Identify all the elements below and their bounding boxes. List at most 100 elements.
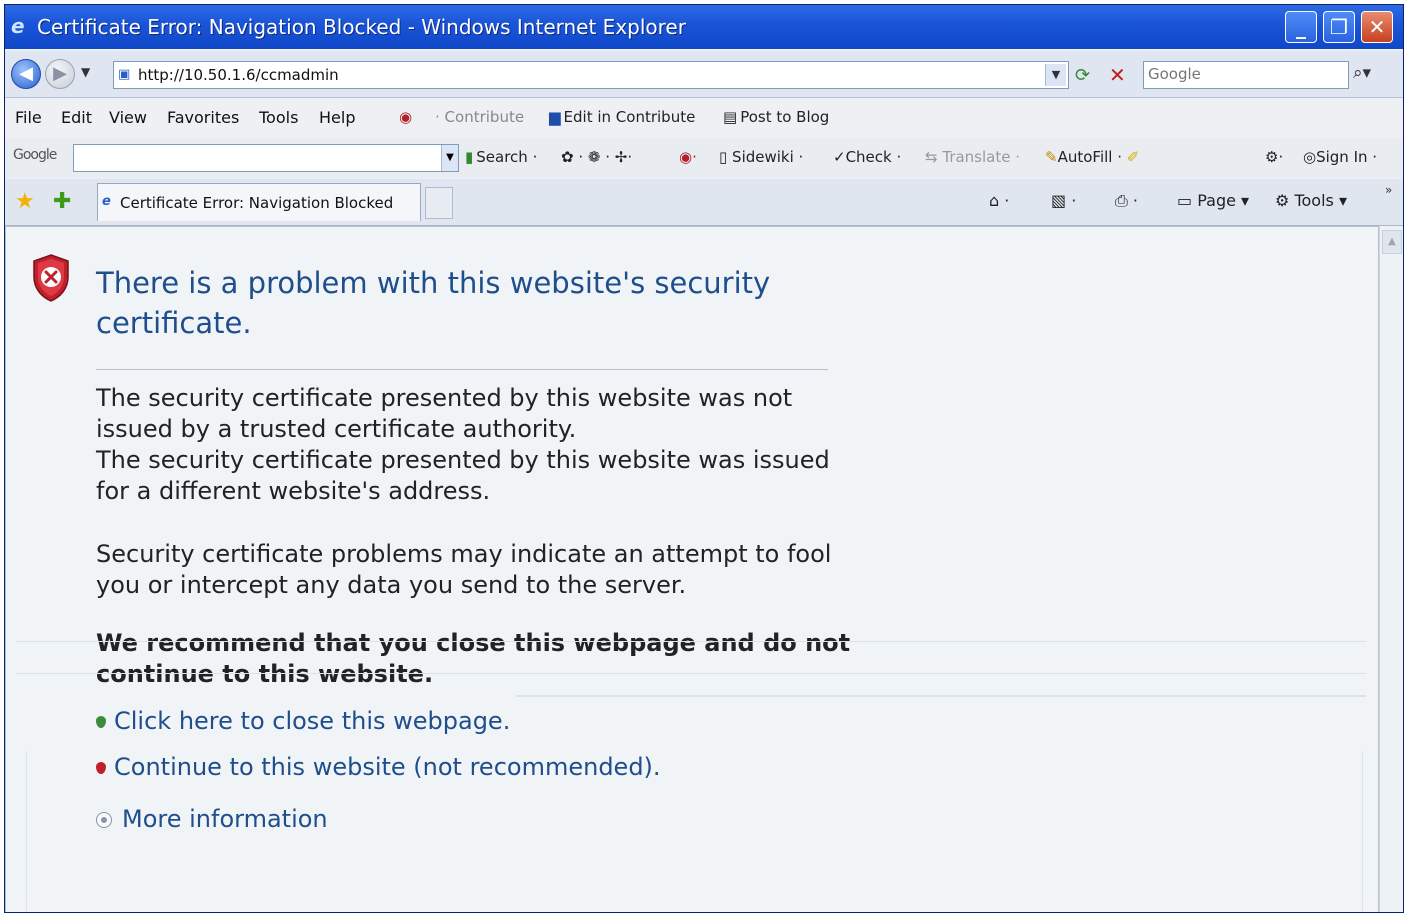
artifact-line — [516, 695, 1366, 697]
search-go-icon[interactable]: ⌕▾ — [1353, 63, 1371, 83]
translate-icon: ⇆ — [925, 148, 938, 166]
highlight-icon: ✐ — [1126, 148, 1140, 166]
edit-in-contribute-button[interactable]: ▆ Edit in Contribute — [549, 108, 695, 126]
page-icon-cmd: ▭ — [1177, 191, 1193, 210]
google-logo: Google — [13, 147, 57, 163]
forward-button[interactable]: ▶ — [45, 59, 75, 89]
history-dropdown-icon[interactable]: ▼ — [81, 65, 90, 79]
vertical-scrollbar[interactable]: ▲ — [1379, 226, 1403, 912]
menu-favorites[interactable]: Favorites — [167, 108, 239, 127]
page-menu-button[interactable]: ▭ Page ▾ — [1177, 191, 1249, 210]
spellcheck-icon: ✓ — [833, 148, 846, 166]
back-arrow-icon: ◀ — [19, 63, 33, 84]
print-icon: ⎙ — [1115, 191, 1128, 210]
more-information-toggle[interactable]: More information — [96, 805, 328, 833]
favorites-star-icon[interactable]: ★ — [15, 189, 35, 214]
close-webpage-link[interactable]: Click here to close this webpage. — [96, 707, 510, 735]
artifact-line — [16, 673, 1366, 674]
edit-in-contribute-label: Edit in Contribute — [563, 108, 696, 126]
security-warning-text: Security certificate problems may indica… — [96, 540, 832, 599]
contribute-label: Contribute — [444, 108, 525, 126]
error-detail-mismatch: The security certificate presented by th… — [96, 446, 830, 505]
google-search-button[interactable]: ▮ Search · — [465, 148, 537, 166]
check-button[interactable]: ✓Check · — [833, 148, 901, 166]
address-bar[interactable]: ▣ http://10.50.1.6/ccmadmin ▼ — [113, 61, 1069, 89]
share-icon: ✿ — [561, 148, 574, 166]
menu-help[interactable]: Help — [319, 108, 355, 127]
wrench-icon[interactable]: ⚙· — [1265, 148, 1283, 166]
sidewiki-label: Sidewiki — [732, 148, 794, 166]
shield-error-icon — [33, 254, 69, 302]
red-shield-icon — [96, 762, 106, 774]
contribute-button[interactable]: · Contribute — [435, 108, 524, 126]
add-favorites-icon[interactable]: ✚ — [53, 189, 71, 214]
more-information-label: More information — [122, 805, 328, 833]
maximize-icon: ❐ — [1330, 15, 1348, 39]
close-icon: ✕ — [1368, 15, 1386, 39]
print-button[interactable]: ⎙ · — [1115, 191, 1138, 211]
back-button[interactable]: ◀ — [11, 59, 41, 89]
expand-icon — [96, 812, 112, 828]
sign-in-button[interactable]: ◎Sign In · — [1303, 148, 1377, 166]
address-url[interactable]: http://10.50.1.6/ccmadmin — [138, 66, 339, 84]
menu-view[interactable]: View — [109, 108, 147, 127]
sign-in-icon: ◎ — [1303, 148, 1317, 166]
error-detail-untrusted: The security certificate presented by th… — [96, 384, 793, 443]
recommendation-text: We recommend that you close this webpage… — [96, 629, 851, 688]
menu-file[interactable]: File — [15, 108, 42, 127]
search-input[interactable] — [1144, 62, 1348, 86]
close-webpage-label: Click here to close this webpage. — [114, 707, 511, 735]
stop-icon[interactable]: ✕ — [1109, 63, 1126, 87]
new-tab-button[interactable] — [425, 187, 453, 219]
tools-gear-icon: ⚙ — [1275, 191, 1290, 210]
google-dropdown-icon[interactable]: ▼ — [441, 145, 458, 171]
autofill-icon: ✎ — [1045, 148, 1058, 166]
tab-certificate-error[interactable]: e Certificate Error: Navigation Blocked — [97, 183, 421, 221]
menu-tools[interactable]: Tools — [259, 108, 298, 127]
divider — [96, 369, 828, 370]
translate-button[interactable]: ⇆ Translate · — [925, 148, 1020, 166]
post-to-blog-button[interactable]: ▤ Post to Blog — [723, 108, 829, 126]
contribute-logo-icon[interactable]: ◉ — [399, 108, 412, 126]
maximize-button[interactable]: ❐ — [1323, 11, 1355, 43]
error-headline: There is a problem with this website's s… — [96, 266, 771, 340]
pagerank-icon: ✢ — [614, 148, 628, 166]
popup-blocker-icon[interactable]: ◉· — [679, 148, 697, 166]
autofill-label: AutoFill — [1057, 148, 1113, 166]
tab-row: ★ ✚ e Certificate Error: Navigation Bloc… — [5, 179, 1403, 226]
artifact-line — [1362, 751, 1363, 911]
refresh-icon[interactable]: ⟳ — [1075, 65, 1090, 86]
scroll-up-icon[interactable]: ▲ — [1382, 230, 1402, 254]
translate-label: Translate — [942, 148, 1011, 166]
more-commands-icon[interactable]: » — [1385, 183, 1392, 197]
close-button[interactable]: ✕ — [1361, 11, 1393, 43]
green-shield-icon — [96, 716, 106, 728]
artifact-line — [16, 641, 1366, 642]
google-search-label: Search — [476, 148, 528, 166]
continue-website-link[interactable]: Continue to this website (not recommende… — [96, 753, 661, 781]
check-label: Check — [845, 148, 892, 166]
feeds-button[interactable]: ▧ · — [1051, 191, 1076, 210]
tools-menu-button[interactable]: ⚙ Tools ▾ — [1275, 191, 1347, 210]
minimize-button[interactable]: _ — [1285, 11, 1317, 43]
tab-title: Certificate Error: Navigation Blocked — [120, 194, 394, 212]
sidewiki-button[interactable]: ▯ Sidewiki · — [719, 148, 803, 166]
title-bar: e Certificate Error: Navigation Blocked … — [5, 5, 1403, 49]
tab-ie-icon: e — [102, 194, 111, 209]
search-box[interactable] — [1143, 61, 1349, 89]
google-search-box[interactable]: ▼ — [73, 144, 459, 172]
home-button[interactable]: ⌂ · — [989, 191, 1009, 210]
artifact-line — [26, 751, 27, 911]
error-details: The security certificate presented by th… — [96, 383, 856, 507]
post-to-blog-label: Post to Blog — [740, 108, 830, 126]
menu-edit[interactable]: Edit — [61, 108, 92, 127]
rss-feed-icon: ▧ — [1051, 191, 1067, 210]
toolbar-icons-group[interactable]: ✿ · ❁ · ✢· — [561, 148, 632, 166]
autofill-button[interactable]: ✎AutoFill · ✐ — [1045, 148, 1139, 166]
page-content: There is a problem with this website's s… — [5, 226, 1379, 912]
google-toolbar: Google ▼ ▮ Search · ✿ · ❁ · ✢· ◉· ▯ Sidew… — [5, 138, 1403, 178]
page-icon: ▣ — [118, 67, 131, 82]
edit-icon: ▆ — [549, 108, 561, 126]
address-dropdown-icon[interactable]: ▼ — [1045, 64, 1066, 86]
google-search-input[interactable] — [74, 145, 438, 171]
